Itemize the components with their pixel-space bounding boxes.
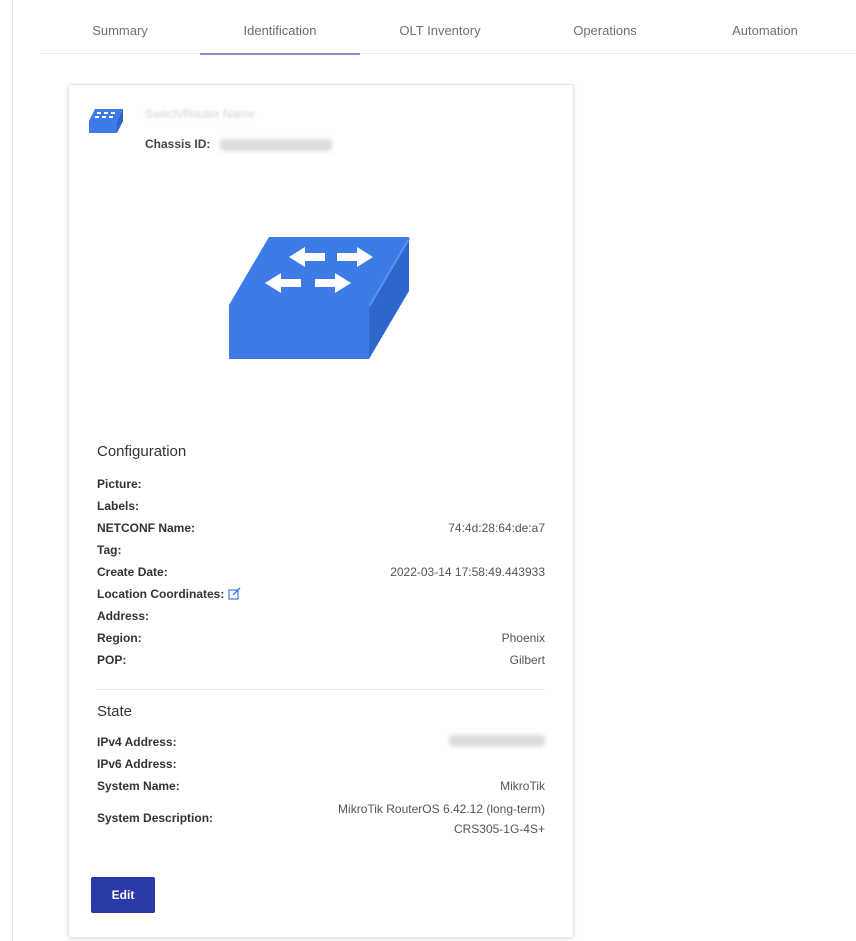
device-name: Switch/Router Name [145,107,256,121]
system-description-line1: MikroTik RouterOS 6.42.12 (long-term) [338,802,545,816]
config-label: Location Coordinates: [97,587,241,601]
section-divider [97,689,545,690]
configuration-title: Configuration [97,443,187,460]
tab-identification[interactable]: Identification [200,8,360,55]
state-row-system-name: System Name: MikroTik [97,779,545,799]
state-label: IPv4 Address: [97,735,177,749]
state-row-system-description: System Description: MikroTik RouterOS 6.… [97,799,545,843]
config-row-picture: Picture: [97,477,545,497]
config-label: POP: [97,653,127,667]
state-label: System Description: [97,811,214,825]
state-label: System Name: [97,779,180,793]
chassis-id-label: Chassis ID: [145,137,211,151]
state-value: MikroTik [500,779,545,793]
config-label: Labels: [97,499,140,513]
tab-operations[interactable]: Operations [540,8,670,54]
ipv4-value-redacted [449,735,545,750]
state-row-ipv4: IPv4 Address: [97,735,545,755]
location-coordinates-label: Location Coordinates: [97,587,225,601]
edit-location-icon[interactable] [228,587,241,600]
system-description-value: MikroTik RouterOS 6.42.12 (long-term) CR… [338,799,545,839]
chassis-id-value-redacted [219,138,332,151]
config-row-create-date: Create Date: 2022-03-14 17:58:49.443933 [97,565,545,585]
system-description-line2: CRS305-1G-4S+ [453,822,545,836]
config-row-pop: POP: Gilbert [97,653,545,673]
config-label: Region: [97,631,142,645]
config-label: Tag: [97,543,122,557]
config-value: Gilbert [509,653,545,667]
config-label: Create Date: [97,565,168,579]
state-row-ipv6: IPv6 Address: [97,757,545,777]
state-label: IPv6 Address: [97,757,177,771]
tab-olt-inventory[interactable]: OLT Inventory [370,8,510,54]
config-value: Phoenix [501,631,545,645]
edit-button[interactable]: Edit [91,877,155,913]
device-identification-card: Switch/Router Name Chassis ID: Configura… [68,84,574,938]
config-value: 2022-03-14 17:58:49.443933 [390,565,545,579]
config-row-labels: Labels: [97,499,545,519]
state-title: State [97,703,133,720]
config-row-netconf-name: NETCONF Name: 74:4d:28:64:de:a7 [97,521,545,541]
switch-icon [89,109,123,133]
config-row-address: Address: [97,609,545,629]
config-label: NETCONF Name: [97,521,196,535]
tab-summary[interactable]: Summary [60,8,180,54]
config-row-tag: Tag: [97,543,545,563]
config-row-region: Region: Phoenix [97,631,545,651]
config-value: 74:4d:28:64:de:a7 [448,521,545,535]
switch-illustration-icon [229,237,410,359]
page-left-border [12,0,13,941]
tab-bar: Summary Identification OLT Inventory Ope… [40,8,856,55]
config-label: Address: [97,609,150,623]
config-label: Picture: [97,477,142,491]
tab-automation[interactable]: Automation [700,8,830,54]
config-row-location-coordinates: Location Coordinates: [97,587,545,607]
chassis-id: Chassis ID: [145,137,332,151]
